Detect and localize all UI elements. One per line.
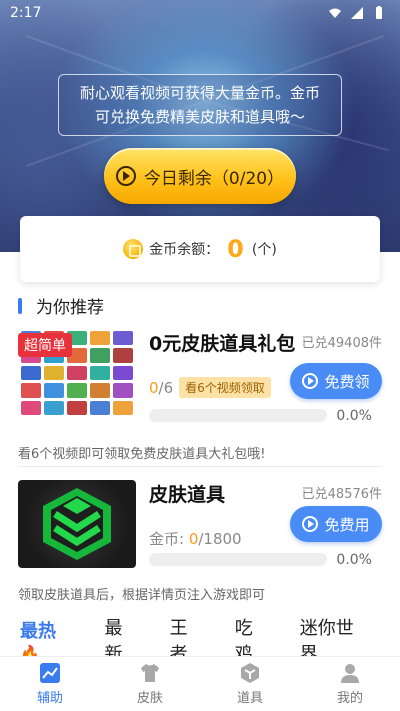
free-use-button[interactable]: 免费用 (290, 506, 382, 542)
battery-icon (376, 6, 382, 19)
status-time: 2:17 (10, 5, 42, 21)
wifi-icon (329, 8, 341, 18)
skin-item-thumbnail (18, 480, 136, 568)
play-circle-icon (115, 166, 136, 186)
balance-value: 0 (227, 235, 244, 263)
gift-pack-thumbnail: 超简单 (18, 329, 136, 417)
card-description: 看6个视频即可领取免费皮肤道具大礼包哦! (18, 447, 266, 462)
progress-bar (149, 553, 327, 566)
bottom-navigation: 辅助 皮肤 道具 我的 (0, 656, 400, 711)
hero-banner: 2:17 耐心观看视频可获得大量金币。金币可兑换免费精美皮肤和道具哦～ 今日剩余… (0, 0, 400, 252)
status-bar: 2:17 (0, 0, 400, 26)
nav-assist[interactable]: 辅助 (0, 657, 100, 711)
card-title: 皮肤道具 (149, 484, 226, 506)
hero-notice: 耐心观看视频可获得大量金币。金币可兑换免费精美皮肤和道具哦～ (58, 74, 342, 136)
coin-progress-text: 金币: 0/1800 (149, 528, 242, 549)
nav-profile[interactable]: 我的 (300, 657, 400, 711)
nav-assist-label: 辅助 (36, 691, 63, 706)
progress-bar (149, 409, 327, 422)
cube-icon (241, 663, 259, 683)
easy-badge: 超简单 (18, 333, 72, 357)
claimed-count: 已兑49408件 (301, 336, 382, 351)
today-remaining-label: 今日剩余（0/20） (143, 168, 285, 189)
nav-items[interactable]: 道具 (200, 657, 300, 711)
nav-profile-label: 我的 (336, 691, 363, 706)
user-icon (341, 664, 359, 683)
today-remaining-button[interactable]: 今日剩余（0/20） (104, 148, 296, 204)
shirt-icon (141, 664, 159, 682)
nav-items-label: 道具 (236, 691, 263, 706)
signal-icon (351, 7, 363, 19)
section-header: 为你推荐 (18, 293, 104, 318)
card-divider (18, 466, 382, 467)
status-icons (328, 6, 386, 20)
progress-current: 0 (188, 530, 199, 548)
play-circle-icon (302, 373, 319, 389)
play-circle-icon (302, 516, 319, 532)
skin-emblem-icon (43, 488, 111, 560)
section-accent-bar (18, 297, 22, 314)
progress-percent: 0.0% (336, 408, 372, 424)
category-tabs: 最热🔥 最新 王者 吃鸡 迷你世界 (0, 618, 400, 665)
nav-skins[interactable]: 皮肤 (100, 657, 200, 711)
skin-item-card[interactable]: 皮肤道具 已兑48576件 免费用 金币: 0/1800 0.0% 领取皮肤道具… (18, 480, 382, 610)
free-claim-button[interactable]: 免费领 (290, 363, 382, 399)
card-title: 0元皮肤道具礼包 (149, 333, 296, 355)
coin-icon (123, 239, 144, 259)
section-title: 为你推荐 (36, 298, 104, 318)
progress-percent: 0.0% (336, 552, 372, 568)
progress-text: 0/6 看6个视频领取 (149, 377, 271, 398)
progress-total: /1800 (198, 530, 242, 548)
progress-total: /6 (158, 378, 174, 397)
card-description: 领取皮肤道具后，根据详情页注入游戏即可 (18, 588, 266, 603)
nav-skins-label: 皮肤 (136, 691, 163, 706)
balance-label: 金币余额： (149, 242, 220, 258)
balance-unit: (个) (251, 242, 277, 258)
claimed-count: 已兑48576件 (301, 487, 382, 502)
chart-icon (40, 663, 60, 683)
free-use-label: 免费用 (324, 515, 370, 534)
coin-balance-card: 金币余额： 0 (个) (20, 216, 380, 282)
progress-current: 0 (149, 378, 159, 397)
coin-progress-label: 金币: (149, 530, 189, 548)
gift-pack-card[interactable]: 超简单 0元皮肤道具礼包 已兑49408件 免费领 0/6 看6个视频领取 0.… (18, 329, 382, 462)
app-root: 2:17 耐心观看视频可获得大量金币。金币可兑换免费精美皮肤和道具哦～ 今日剩余… (0, 0, 400, 711)
free-claim-label: 免费领 (324, 372, 370, 391)
watch-video-tag: 看6个视频领取 (179, 377, 271, 398)
